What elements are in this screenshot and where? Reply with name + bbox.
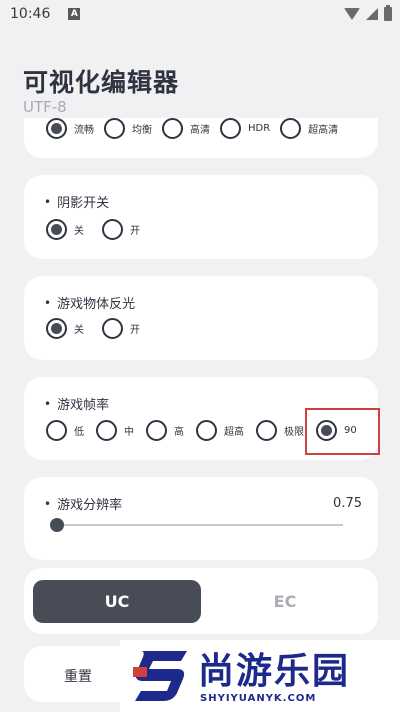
framerate-option-extreme[interactable]: 极限 — [256, 420, 304, 441]
quality-option-hdr[interactable]: HDR — [220, 118, 270, 139]
quality-card: 流畅 均衡 高清 HDR 超高清 — [24, 118, 378, 158]
reflection-card: 游戏物体反光 关 开 — [24, 276, 378, 360]
quality-option-smooth[interactable]: 流畅 — [46, 118, 94, 139]
framerate-option-low[interactable]: 低 — [46, 420, 84, 441]
shadow-card: 阴影开关 关 开 — [24, 175, 378, 259]
wifi-icon — [344, 8, 360, 20]
mode-toggle: UC EC — [33, 580, 369, 623]
notification-icon: A — [68, 8, 81, 20]
shadow-option-on[interactable]: 开 — [102, 219, 140, 240]
radio-icon — [220, 118, 241, 139]
watermark-brand: 尚游乐园 — [198, 651, 351, 692]
framerate-option-ultra[interactable]: 超高 — [196, 420, 244, 441]
page-title: 可视化编辑器 — [23, 68, 180, 97]
uc-button[interactable]: UC — [33, 580, 201, 623]
ec-button[interactable]: EC — [201, 580, 369, 623]
signal-icon — [366, 8, 378, 20]
reflection-option-off[interactable]: 关 — [46, 318, 84, 339]
quality-option-hd[interactable]: 高清 — [162, 118, 210, 139]
status-time: 10:46 — [10, 6, 51, 22]
radio-icon — [104, 118, 125, 139]
radio-icon — [46, 318, 67, 339]
radio-icon — [46, 118, 67, 139]
radio-icon — [96, 420, 117, 441]
quality-option-uhd[interactable]: 超高清 — [280, 118, 338, 139]
status-bar: 10:46 A — [0, 0, 400, 28]
shadow-option-off[interactable]: 关 — [46, 219, 84, 240]
reset-button[interactable]: 重置 — [64, 666, 92, 686]
framerate-option-high[interactable]: 高 — [146, 420, 184, 441]
radio-icon — [196, 420, 217, 441]
resolution-card: 游戏分辨率 0.75 — [24, 477, 378, 560]
radio-icon — [256, 420, 277, 441]
radio-icon — [280, 118, 302, 139]
watermark-domain: SHYIYUANYK.COM — [200, 693, 317, 704]
battery-icon — [384, 5, 392, 21]
radio-icon — [162, 118, 183, 139]
radio-icon — [102, 318, 123, 339]
resolution-value: 0.75 — [333, 496, 362, 511]
radio-icon — [102, 219, 123, 240]
resolution-slider[interactable] — [57, 524, 343, 526]
slider-thumb[interactable] — [50, 518, 64, 532]
framerate-label: 游戏帧率 — [44, 394, 109, 413]
quality-option-balanced[interactable]: 均衡 — [104, 118, 152, 139]
shadow-label: 阴影开关 — [44, 192, 109, 211]
divider — [24, 112, 378, 118]
radio-icon — [46, 219, 67, 240]
radio-icon — [46, 420, 67, 441]
reflection-label: 游戏物体反光 — [44, 293, 135, 312]
selection-highlight — [305, 408, 380, 455]
resolution-label: 游戏分辨率 — [44, 494, 122, 513]
watermark-logo-icon — [133, 651, 187, 701]
reflection-option-on[interactable]: 开 — [102, 318, 140, 339]
framerate-option-medium[interactable]: 中 — [96, 420, 134, 441]
radio-icon — [146, 420, 167, 441]
